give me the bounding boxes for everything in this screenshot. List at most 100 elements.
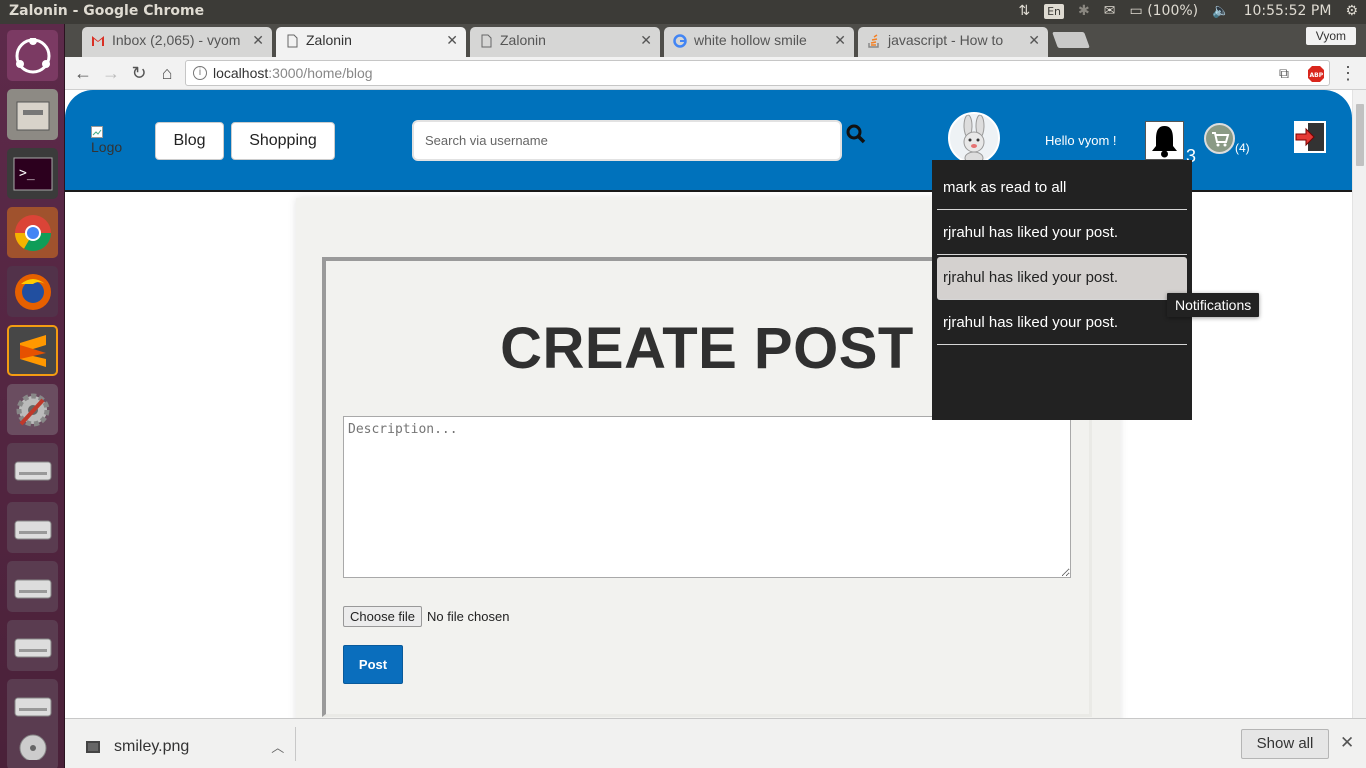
tab-stackoverflow[interactable]: javascript - How to ✕ [858, 27, 1048, 57]
nav-blog-button[interactable]: Blog [155, 122, 224, 160]
gmail-icon [92, 36, 104, 46]
google-icon [673, 34, 687, 48]
drive-icon[interactable] [7, 443, 58, 494]
extension-icon[interactable]: ⧉ [1273, 63, 1295, 85]
close-icon[interactable]: ✕ [446, 32, 458, 49]
file-status: No file chosen [427, 609, 510, 624]
profile-button[interactable]: Vyom [1305, 27, 1356, 45]
adblock-icon[interactable]: ABP [1305, 63, 1327, 85]
address-bar[interactable]: i localhost:3000/home/blog ☆ [185, 60, 1330, 86]
cart-count: (4) [1235, 141, 1250, 155]
page-icon [481, 34, 492, 48]
mail-icon[interactable]: ✉ [1104, 3, 1116, 19]
scrollbar-thumb[interactable] [1356, 104, 1364, 166]
tab-label: javascript - How to [888, 32, 1004, 48]
search-icon[interactable] [846, 124, 866, 144]
greeting: Hello vyom ! [1045, 133, 1117, 148]
drive-icon[interactable] [7, 561, 58, 612]
clock[interactable]: 10:55:52 PM [1244, 3, 1332, 19]
tab-inbox[interactable]: Inbox (2,065) - vyom ✕ [82, 27, 272, 57]
broken-image-icon [91, 126, 103, 138]
firefox-icon[interactable] [7, 266, 58, 317]
nav-shopping-button[interactable]: Shopping [231, 122, 335, 160]
screen: { "os": { "window_title": "Zalonin - Goo… [0, 0, 1366, 768]
tab-label: Zalonin [500, 32, 546, 48]
system-settings-icon[interactable] [7, 384, 58, 435]
stackoverflow-icon [868, 34, 879, 48]
close-icon[interactable]: ✕ [640, 32, 652, 49]
battery-indicator[interactable]: ▭ (100%) [1130, 3, 1199, 19]
disc-icon[interactable] [7, 719, 58, 768]
info-icon[interactable]: i [193, 66, 207, 80]
tab-strip: Inbox (2,065) - vyom ✕ Zalonin ✕ Zalonin ✕ … [65, 24, 1366, 57]
chevron-up-icon[interactable]: ︿ [271, 737, 284, 756]
sublime-text-icon[interactable] [7, 325, 58, 376]
post-button[interactable]: Post [343, 645, 403, 684]
close-icon[interactable]: ✕ [834, 32, 846, 49]
reload-icon[interactable]: ↻ [128, 63, 150, 85]
network-icon[interactable]: ⇅ [1018, 3, 1030, 19]
downloads-bar: smiley.png ︿ Show all ✕ [65, 718, 1366, 768]
new-tab-button[interactable] [1052, 32, 1090, 48]
tab-label: white hollow smile [694, 32, 807, 48]
system-tray: ⇅ En ✱ ✉ ▭ (100%) 🔈 10:55:52 PM ⚙ [1018, 3, 1358, 19]
terminal-icon[interactable]: >_ [7, 148, 58, 199]
cart-button[interactable] [1204, 123, 1235, 154]
window-title: Zalonin - Google Chrome [9, 3, 205, 19]
search-input[interactable]: Search via username [412, 120, 842, 161]
download-item[interactable]: smiley.png ︿ [85, 737, 284, 756]
chrome-icon[interactable] [7, 207, 58, 258]
notifications-tooltip: Notifications [1167, 293, 1260, 317]
volume-icon[interactable]: 🔈 [1212, 3, 1229, 19]
divider [295, 727, 296, 761]
ubuntu-icon[interactable] [7, 30, 58, 81]
notifications-dropdown: mark as read to all rjrahul has liked yo… [932, 160, 1192, 420]
url-path: :3000/home/blog [268, 65, 373, 81]
drive-icon[interactable] [7, 502, 58, 553]
back-icon[interactable]: ← [72, 63, 94, 85]
page-viewport: Logo Blog Shopping Search via username H… [65, 90, 1352, 718]
page-icon [287, 34, 298, 48]
avatar[interactable] [948, 112, 1000, 164]
logout-icon [1295, 123, 1324, 151]
tab-label: Zalonin [306, 32, 352, 48]
forward-icon[interactable]: → [100, 63, 122, 85]
vertical-scrollbar[interactable] [1352, 90, 1366, 718]
files-icon[interactable] [7, 89, 58, 140]
logout-button[interactable] [1294, 121, 1326, 153]
show-all-button[interactable]: Show all [1241, 729, 1329, 759]
cart-icon [1212, 132, 1230, 147]
file-input[interactable]: Choose file No file chosen [343, 606, 509, 627]
tab-zalonin[interactable]: Zalonin ✕ [470, 27, 660, 57]
choose-file-button[interactable]: Choose file [343, 606, 423, 627]
url-host: localhost [213, 65, 269, 81]
notification-item[interactable]: rjrahul has liked your post. [937, 257, 1187, 300]
notification-item[interactable]: rjrahul has liked your post. [937, 302, 1187, 345]
bluetooth-icon[interactable]: ✱ [1078, 3, 1090, 19]
home-icon[interactable]: ⌂ [156, 63, 178, 85]
system-top-bar: Zalonin - Google Chrome ⇅ En ✱ ✉ ▭ (100%… [0, 0, 1366, 24]
bunny-avatar-icon [963, 114, 985, 162]
close-icon[interactable]: ✕ [1028, 32, 1040, 49]
close-icon[interactable]: ✕ [252, 32, 264, 49]
svg-text:>_: >_ [19, 166, 35, 181]
browser-toolbar: ← → ↻ ⌂ i localhost:3000/home/blog ☆ ⧉ A… [65, 57, 1366, 90]
battery-icon: ▭ [1129, 3, 1143, 19]
description-textarea[interactable] [343, 416, 1071, 578]
image-file-icon [86, 740, 100, 753]
settings-gear-icon[interactable]: ⚙ [1345, 3, 1358, 19]
mark-all-read-link[interactable]: mark as read to all [937, 167, 1187, 210]
logo-alt-text: Logo [91, 139, 123, 155]
svg-text:ABP: ABP [1310, 72, 1324, 79]
tab-label: Inbox (2,065) - vyom [112, 32, 241, 48]
menu-icon[interactable]: ⋮ [1337, 63, 1359, 85]
notifications-button[interactable] [1145, 121, 1184, 160]
logo[interactable]: Logo [91, 126, 122, 154]
tab-google-search[interactable]: white hollow smile ✕ [664, 27, 854, 57]
drive-icon[interactable] [7, 620, 58, 671]
tab-zalonin-active[interactable]: Zalonin ✕ [276, 27, 466, 57]
close-icon[interactable]: ✕ [1340, 733, 1354, 753]
launcher: >_ [0, 24, 65, 768]
notification-item[interactable]: rjrahul has liked your post. [937, 212, 1187, 255]
keyboard-layout[interactable]: En [1044, 3, 1065, 19]
